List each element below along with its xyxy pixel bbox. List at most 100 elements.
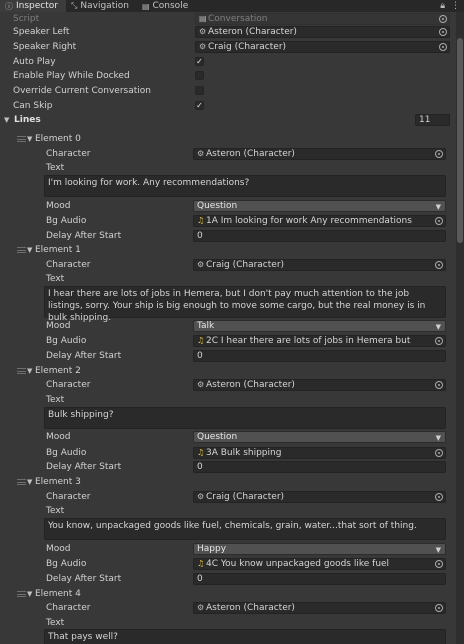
foldout-expanded-icon[interactable]: ▼ [27,364,32,378]
foldout-expanded-icon[interactable]: ▼ [27,243,32,257]
delay-field[interactable]: 0 [193,350,446,362]
object-picker-icon[interactable] [435,449,443,457]
drag-handle-icon[interactable] [17,247,26,253]
bg-audio-field[interactable]: ♫ 4C You know unpackaged goods like fuel [193,558,446,570]
element-name[interactable]: Element 1 [35,243,81,257]
character-row: Character ⚙ Asteron (Character) [0,378,456,392]
object-picker-icon[interactable] [435,261,443,269]
text-area[interactable]: I hear there are lots of jobs in Hemera,… [44,286,446,323]
mood-dropdown[interactable]: Talk ▼ [193,320,446,332]
bg-audio-value: 1A Im looking for work Any recommendatio… [206,216,412,226]
character-field[interactable]: ⚙ Asteron (Character) [193,602,446,614]
character-row: Character ⚙ Craig (Character) [0,490,456,504]
object-picker-icon [439,15,447,23]
character-value: Asteron (Character) [206,380,295,390]
speaker-right-field[interactable]: ⚙ Craig (Character) [195,41,450,53]
drag-handle-icon[interactable] [17,136,26,142]
text-area[interactable]: I'm looking for work. Any recommendation… [44,175,446,197]
element-name[interactable]: Element 2 [35,364,81,378]
bg-audio-field[interactable]: ♫ 1A Im looking for work Any recommendati… [193,215,446,227]
text-area[interactable]: That pays well? [44,629,446,644]
text-area[interactable]: Bulk shipping? [44,407,446,429]
scrollbar-thumb[interactable] [457,38,463,243]
enable-docked-label: Enable Play While Docked [13,71,130,81]
element-name[interactable]: Element 0 [35,132,81,146]
element-header: ▼ Element 3 [0,475,456,489]
chevron-down-icon: ▼ [435,203,441,211]
bg-audio-value: 2C I hear there are lots of jobs in Heme… [206,336,411,346]
override-label: Override Current Conversation [13,86,151,96]
character-label: Character [46,492,91,502]
lock-icon[interactable]: 🔒︎ [440,1,445,11]
more-options-icon[interactable]: ⋮ [451,1,460,11]
can-skip-checkbox[interactable]: ✓ [195,101,204,110]
element-name[interactable]: Element 4 [35,587,81,601]
vertical-scrollbar[interactable] [456,12,464,644]
bg-audio-row: Bg Audio ♫ 3A Bulk shipping [0,446,456,460]
drag-handle-icon[interactable] [17,368,26,374]
character-label: Character [46,603,91,613]
text-label: Text [46,506,65,516]
element-name[interactable]: Element 3 [35,475,81,489]
delay-field[interactable]: 0 [193,461,446,473]
object-picker-icon[interactable] [435,337,443,345]
bg-audio-field[interactable]: ♫ 3A Bulk shipping [193,447,446,459]
delay-field[interactable]: 0 [193,573,446,585]
tab-inspector[interactable]: ⓘ Inspector [0,0,66,12]
character-row: Character ⚙ Asteron (Character) [0,147,456,161]
foldout-expanded-icon[interactable]: ▼ [27,475,32,489]
element-header: ▼ Element 2 [0,364,456,378]
delay-label: Delay After Start [46,351,122,361]
object-picker-icon[interactable] [435,604,443,612]
character-row: Character ⚙ Asteron (Character) [0,601,456,615]
auto-play-checkbox[interactable]: ✓ [195,57,204,66]
object-picker-icon[interactable] [435,381,443,389]
enable-docked-checkbox[interactable] [195,71,204,80]
delay-field[interactable]: 0 [193,230,446,242]
character-label: Character [46,149,91,159]
audio-clip-icon: ♫ [197,559,205,568]
character-label: Character [46,260,91,270]
lines-label[interactable]: Lines [14,113,41,127]
foldout-expanded-icon[interactable]: ▼ [27,587,32,601]
delay-row: Delay After Start 0 [0,349,456,363]
object-picker-icon[interactable] [435,217,443,225]
mood-dropdown[interactable]: Question ▼ [193,200,446,212]
bg-audio-row: Bg Audio ♫ 2C I hear there are lots of jo… [0,334,456,348]
character-field[interactable]: ⚙ Craig (Character) [193,259,446,271]
drag-handle-icon[interactable] [17,591,26,597]
auto-play-row: Auto Play ✓ [0,55,456,69]
script-row: Script ▤Conversation [0,12,456,26]
character-field[interactable]: ⚙ Asteron (Character) [193,148,446,160]
mood-dropdown[interactable]: Question ▼ [193,431,446,443]
speaker-right-value: Craig (Character) [208,42,287,52]
lines-header-row: ▼ Lines 11 [0,113,456,127]
mood-dropdown[interactable]: Happy ▼ [193,543,446,555]
speaker-right-label: Speaker Right [13,42,77,52]
character-field[interactable]: ⚙ Asteron (Character) [193,379,446,391]
object-picker-icon[interactable] [439,43,447,51]
foldout-expanded-icon[interactable]: ▼ [4,113,9,127]
object-picker-icon[interactable] [435,150,443,158]
object-picker-icon[interactable] [435,560,443,568]
tab-label: Inspector [16,1,58,11]
speaker-left-row: Speaker Left ⚙ Asteron (Character) [0,25,456,39]
drag-handle-icon[interactable] [17,479,26,485]
override-row: Override Current Conversation [0,84,456,98]
mood-row: Mood Talk ▼ [0,319,456,333]
object-picker-icon[interactable] [435,493,443,501]
override-checkbox[interactable] [195,86,204,95]
delay-label: Delay After Start [46,462,122,472]
tab-label: Console [152,1,189,11]
speaker-left-field[interactable]: ⚙ Asteron (Character) [195,26,450,38]
text-area[interactable]: You know, unpackaged goods like fuel, ch… [44,518,446,540]
lines-size-field[interactable]: 11 [415,114,450,126]
object-picker-icon[interactable] [439,28,447,36]
foldout-expanded-icon[interactable]: ▼ [27,132,32,146]
bg-audio-field[interactable]: ♫ 2C I hear there are lots of jobs in Hem… [193,335,446,347]
tab-navigation[interactable]: ⤡ Navigation [66,0,137,12]
tab-console[interactable]: ▤ Console [137,0,196,12]
speaker-right-row: Speaker Right ⚙ Craig (Character) [0,40,456,54]
character-value: Craig (Character) [206,492,285,502]
character-field[interactable]: ⚙ Craig (Character) [193,491,446,503]
